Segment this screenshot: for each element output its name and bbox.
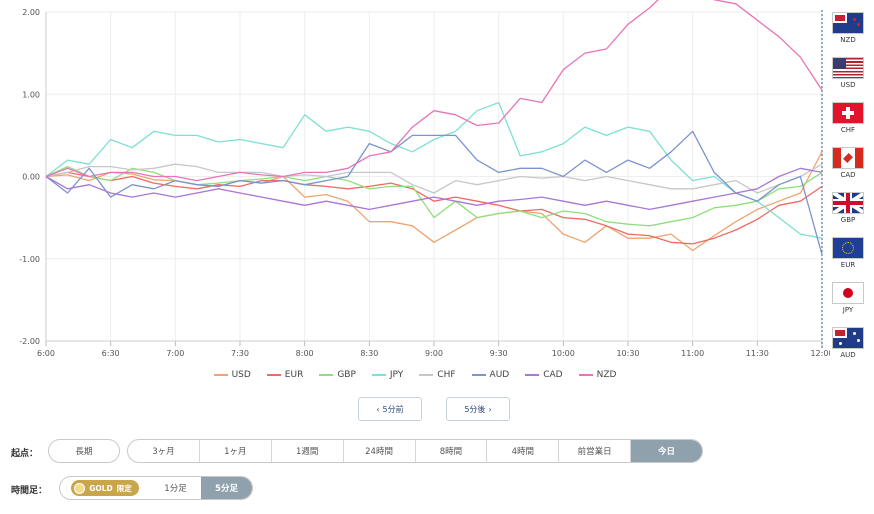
x-tick-label: 9:30 xyxy=(490,349,508,358)
gold-limited-area: GOLD 限定 xyxy=(60,477,150,499)
x-tick-label: 10:00 xyxy=(552,349,575,358)
flag-label: NZD xyxy=(840,36,856,44)
x-tick-label: 8:00 xyxy=(296,349,314,358)
usd-flag-icon xyxy=(832,57,864,79)
chart-tick-labels: 2.00 1.00 0.00 -1.00 -2.00 6:00 6:30 7:00 7:30 8:… xyxy=(19,8,830,358)
flag-nzd[interactable]: NZD xyxy=(832,12,864,44)
legend-swatch xyxy=(419,374,434,376)
jpy-flag-icon xyxy=(832,282,864,304)
prev-5min-label: 5分前 xyxy=(382,404,404,414)
flag-jpy[interactable]: JPY xyxy=(832,282,864,314)
x-tick-label: 11:00 xyxy=(681,349,704,358)
y-tick-label: 2.00 xyxy=(22,8,40,17)
flag-usd[interactable]: USD xyxy=(832,57,864,89)
start-option-7[interactable]: 今日 xyxy=(631,440,702,462)
flag-label: AUD xyxy=(840,351,856,359)
flag-label: GBP xyxy=(840,216,856,224)
legend-label: GBP xyxy=(337,370,356,380)
timeframe-selector: GOLD 限定 1分足 5分足 xyxy=(59,476,253,500)
y-tick-label: -2.00 xyxy=(19,337,40,346)
legend-swatch xyxy=(578,374,593,376)
legend-item-usd[interactable]: USD xyxy=(213,370,251,380)
legend-item-jpy[interactable]: JPY xyxy=(371,370,404,380)
flag-label: CAD xyxy=(840,171,856,179)
legend-item-nzd[interactable]: NZD xyxy=(578,370,617,380)
cad-flag-icon xyxy=(832,147,864,169)
x-tick-label: 7:30 xyxy=(231,349,249,358)
gold-limited-label: 限定 xyxy=(116,483,132,493)
legend-item-eur[interactable]: EUR xyxy=(266,370,304,380)
timeframe-label: 時間足： xyxy=(11,486,48,496)
y-tick-label: -1.00 xyxy=(19,255,40,264)
start-option-2[interactable]: 1週間 xyxy=(272,440,344,462)
eur-flag-icon xyxy=(832,237,864,259)
legend-label: AUD xyxy=(489,370,510,380)
timeframe-option-0[interactable]: 1分足 xyxy=(150,477,201,499)
legend-label: CHF xyxy=(437,370,456,380)
legend-swatch xyxy=(371,374,386,376)
legend-label: JPY xyxy=(389,370,404,380)
x-tick-label: 8:30 xyxy=(360,349,378,358)
gold-badge: GOLD 限定 xyxy=(71,480,139,496)
chevron-left-icon: ‹ xyxy=(376,404,380,414)
chart-legend: USD EUR GBP JPY CHF AUD CAD NZD xyxy=(0,370,830,380)
legend-label: NZD xyxy=(596,370,617,380)
flag-aud[interactable]: AUD xyxy=(832,327,864,359)
x-tick-label: 9:00 xyxy=(425,349,443,358)
start-option-5[interactable]: 4時間 xyxy=(487,440,560,462)
next-5min-button[interactable]: 5分後 › xyxy=(446,397,510,421)
legend-swatch xyxy=(266,374,281,376)
gbp-flag-icon xyxy=(832,192,864,214)
x-tick-label: 6:00 xyxy=(37,349,55,358)
legend-label: EUR xyxy=(284,370,304,380)
legend-swatch xyxy=(525,374,540,376)
gold-label: GOLD xyxy=(89,483,113,493)
long-term-button[interactable]: 長期 xyxy=(48,439,120,463)
timeframe-option-1[interactable]: 5分足 xyxy=(201,477,252,499)
start-option-6[interactable]: 前営業日 xyxy=(559,440,632,462)
start-option-1[interactable]: 1ヶ月 xyxy=(200,440,272,462)
flag-label: CHF xyxy=(840,126,856,134)
chevron-right-icon: › xyxy=(488,404,492,414)
legend-label: CAD xyxy=(543,370,563,380)
start-option-3[interactable]: 24時間 xyxy=(344,440,416,462)
next-5min-label: 5分後 xyxy=(464,404,486,414)
x-tick-label: 6:30 xyxy=(102,349,120,358)
legend-item-chf[interactable]: CHF xyxy=(419,370,456,380)
y-tick-label: 1.00 xyxy=(22,90,40,99)
start-point-label: 起点： xyxy=(11,449,39,459)
legend-item-aud[interactable]: AUD xyxy=(471,370,510,380)
legend-item-cad[interactable]: CAD xyxy=(525,370,563,380)
flag-gbp[interactable]: GBP xyxy=(832,192,864,224)
legend-item-gbp[interactable]: GBP xyxy=(319,370,356,380)
prev-5min-button[interactable]: ‹ 5分前 xyxy=(358,397,422,421)
nzd-flag-icon xyxy=(832,12,864,34)
legend-swatch xyxy=(213,374,228,376)
flag-eur[interactable]: EUR xyxy=(832,237,864,269)
flag-cad[interactable]: CAD xyxy=(832,147,864,179)
chf-flag-icon xyxy=(832,102,864,124)
x-tick-label: 11:30 xyxy=(746,349,769,358)
flag-label: JPY xyxy=(842,306,854,314)
x-tick-label: 12:00 xyxy=(810,349,830,358)
legend-swatch xyxy=(471,374,486,376)
y-tick-label: 0.00 xyxy=(22,173,40,182)
x-tick-label: 7:00 xyxy=(166,349,184,358)
flag-label: USD xyxy=(840,81,856,89)
legend-swatch xyxy=(319,374,334,376)
flag-label: EUR xyxy=(840,261,856,269)
flag-chf[interactable]: CHF xyxy=(832,102,864,134)
x-tick-label: 10:30 xyxy=(616,349,639,358)
start-point-selector: 3ヶ月 1ヶ月 1週間 24時間 8時間 4時間 前営業日 今日 xyxy=(127,439,703,463)
currency-strength-chart: 2.00 1.00 0.00 -1.00 -2.00 6:00 6:30 7:00 7:30 8:… xyxy=(19,0,830,358)
long-term-label: 長期 xyxy=(75,447,93,457)
start-option-4[interactable]: 8時間 xyxy=(416,440,488,462)
start-option-0[interactable]: 3ヶ月 xyxy=(128,440,200,462)
gold-coin-icon xyxy=(74,482,86,494)
aud-flag-icon xyxy=(832,327,864,349)
legend-label: USD xyxy=(231,370,251,380)
